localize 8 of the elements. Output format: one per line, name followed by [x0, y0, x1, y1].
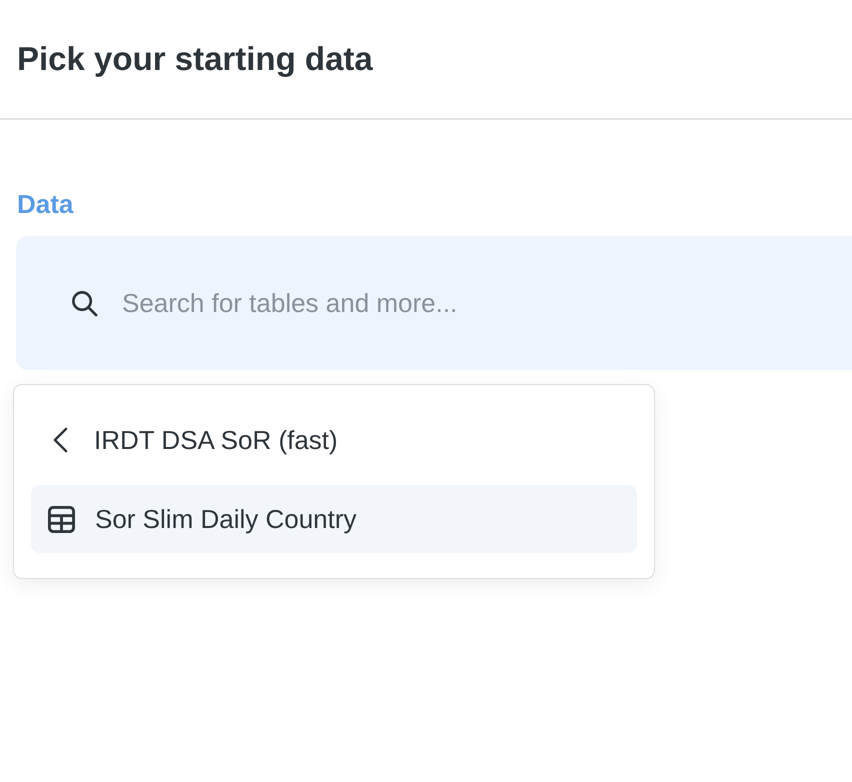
search-field[interactable]: Search for tables and more... — [16, 236, 852, 370]
chevron-left-icon — [52, 427, 69, 453]
search-icon — [71, 290, 98, 317]
back-button[interactable]: IRDT DSA SoR (fast) — [31, 406, 338, 474]
table-list-item[interactable]: Sor Slim Daily Country — [31, 485, 637, 553]
field-label: Data — [17, 189, 74, 219]
table-icon — [48, 506, 75, 532]
page-title: Pick your starting data — [17, 39, 373, 79]
